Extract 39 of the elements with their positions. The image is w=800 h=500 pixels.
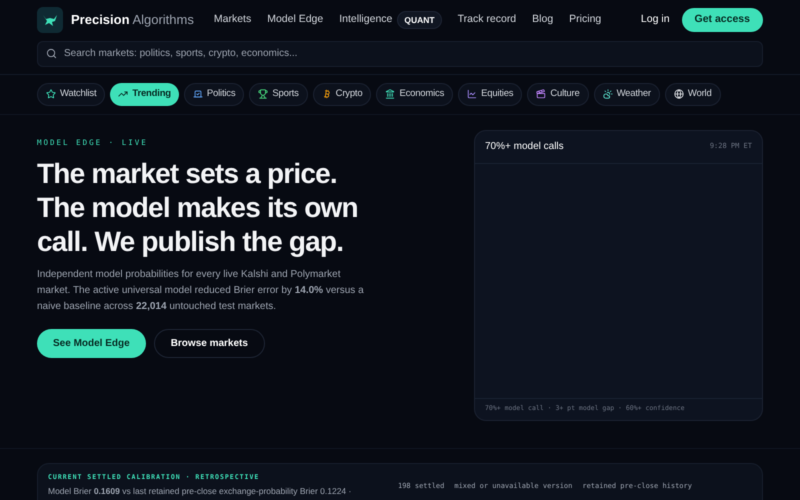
bull-logo-icon[interactable] <box>37 7 63 33</box>
search-icon <box>46 48 57 59</box>
category-tab[interactable]: World <box>664 82 721 106</box>
panel-title: 70%+ model calls <box>485 140 564 154</box>
quant-badge: QUANT <box>397 10 442 30</box>
category-tab[interactable]: Politics <box>184 82 244 106</box>
star-icon <box>46 89 56 99</box>
bank-icon <box>385 89 396 99</box>
line-chart-icon <box>467 89 478 99</box>
nav-link[interactable]: Markets <box>214 12 252 28</box>
category-tab[interactable]: Watchlist <box>37 82 106 106</box>
search-field[interactable]: Search markets: politics, sports, crypto, economics... <box>37 40 763 66</box>
nav-link[interactable]: Track record <box>458 12 516 28</box>
get-access-button[interactable]: Get access <box>682 8 763 32</box>
trend-up-icon <box>118 89 128 99</box>
category-tab[interactable]: Culture <box>527 82 589 106</box>
hero-description: Independent model probabilities for every live Kalshi and Polymarket market. The active universal model reduced Brier error by 14.0% versus a naive baseline across 22,014 untouched test markets. <box>37 268 365 314</box>
category-tab[interactable]: Sports <box>249 82 308 106</box>
nav-link[interactable]: Intelligence <box>339 12 392 28</box>
hero-heading: The market sets a price. The model makes its own call. We publish the gap. <box>37 156 359 259</box>
ballot-box-icon <box>192 89 203 99</box>
calibration-text: Model Brier 0.1609 vs last retained pre-close exchange-probability Brier 0.1224 · <box>48 485 352 498</box>
nav-link[interactable]: Pricing <box>569 12 602 28</box>
browse-markets-button[interactable]: Browse markets <box>154 328 265 358</box>
login-link[interactable]: Log in <box>640 12 670 28</box>
globe-icon <box>674 89 684 99</box>
category-tab[interactable]: Equities <box>458 82 522 106</box>
trophy-icon <box>258 89 268 99</box>
brand-name[interactable]: Precision Algorithms <box>71 10 194 30</box>
see-model-edge-button[interactable]: See Model Edge <box>37 328 146 358</box>
category-tab[interactable]: Crypto <box>312 82 372 106</box>
bitcoin-icon <box>322 89 332 99</box>
category-tab[interactable]: Trending <box>110 82 179 106</box>
category-tab[interactable]: Weather <box>594 82 660 106</box>
nav-link[interactable]: Model Edge <box>267 12 324 28</box>
category-tab[interactable]: Economics <box>376 82 454 106</box>
clapperboard-icon <box>536 89 546 99</box>
nav-link[interactable]: Blog <box>532 12 554 28</box>
cloud-sun-icon <box>602 89 613 99</box>
